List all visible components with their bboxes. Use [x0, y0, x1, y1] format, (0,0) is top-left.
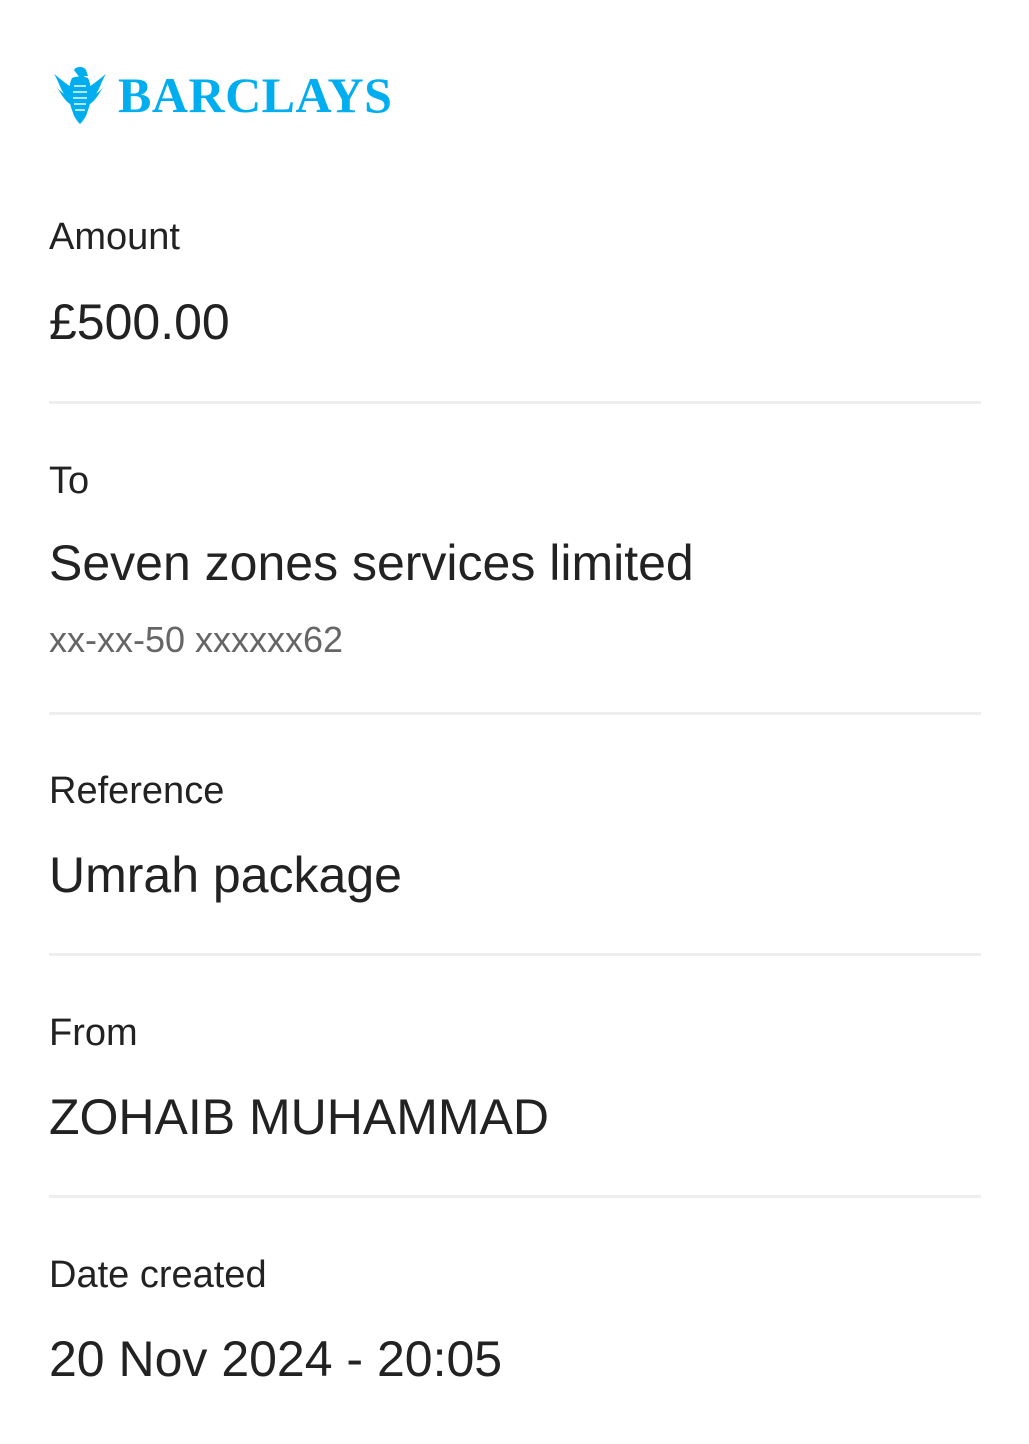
reference-label: Reference: [49, 770, 225, 812]
barclays-logo: BARCLAYS: [52, 64, 392, 126]
date-created-value: 20 Nov 2024 - 20:05: [49, 1331, 503, 1387]
amount-value: £500.00: [49, 294, 230, 350]
brand-name: BARCLAYS: [118, 67, 393, 123]
divider: [49, 1195, 981, 1198]
payee-name: Seven zones services limited: [49, 535, 694, 591]
from-label: From: [49, 1012, 138, 1054]
eagle-icon: [54, 67, 106, 124]
payee-account: xx-xx-50 xxxxxx62: [49, 619, 344, 660]
to-label: To: [49, 460, 90, 502]
divider: [49, 401, 981, 404]
divider: [49, 953, 981, 956]
date-created-label: Date created: [49, 1254, 267, 1296]
amount-label: Amount: [49, 216, 180, 258]
reference-value: Umrah package: [49, 847, 402, 903]
from-value: ZOHAIB MUHAMMAD: [49, 1089, 549, 1145]
divider: [49, 712, 981, 715]
